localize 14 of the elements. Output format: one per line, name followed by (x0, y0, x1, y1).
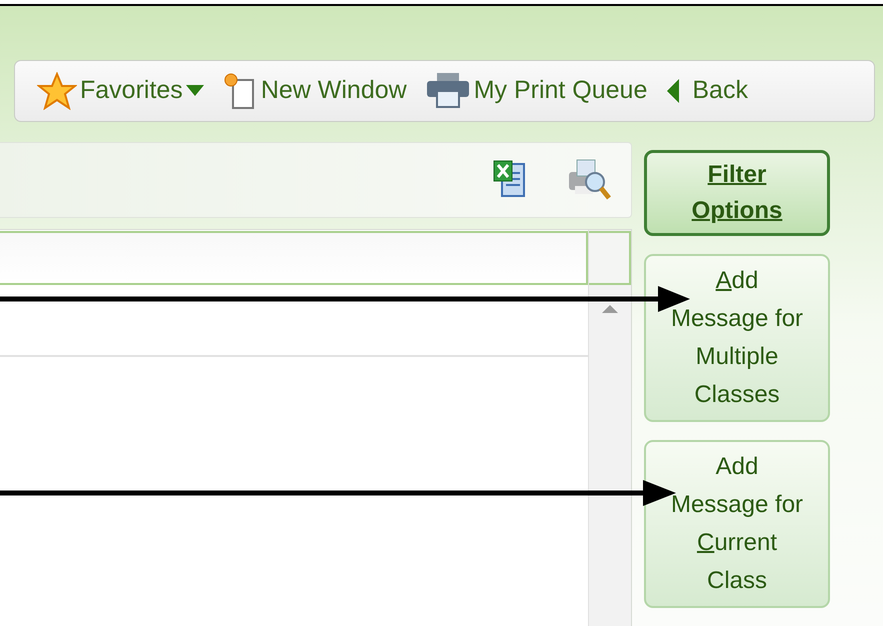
back-link[interactable]: Back (665, 72, 748, 110)
printer-icon (424, 71, 471, 111)
filter-options-button[interactable]: Filter Options (644, 150, 830, 236)
excel-export-icon[interactable] (493, 160, 527, 200)
toolbar-link[interactable]: My Print Queue (424, 71, 648, 111)
toolbar-link[interactable]: New Window (222, 71, 407, 111)
add-message-button[interactable]: Add Message for Current Class (644, 440, 830, 608)
back-icon (665, 78, 682, 104)
favorites-menu[interactable]: Favorites (37, 72, 204, 110)
scrollbar[interactable] (588, 230, 631, 626)
caret-icon (186, 85, 204, 97)
add-message-button[interactable]: Add Message for Multiple Classes (644, 254, 830, 422)
print-preview-icon[interactable] (567, 158, 613, 202)
star-icon (37, 72, 77, 110)
